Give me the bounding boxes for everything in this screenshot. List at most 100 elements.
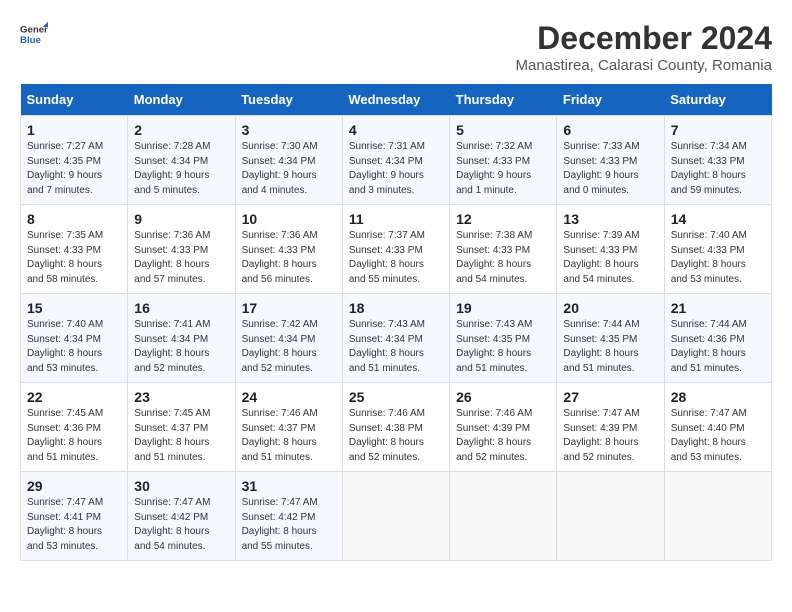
day-info: Sunrise: 7:41 AMSunset: 4:34 PMDaylight:… <box>134 318 228 376</box>
day-number: 17 <box>242 300 336 316</box>
calendar-day-header: Saturday <box>664 84 771 116</box>
day-number: 22 <box>27 389 121 405</box>
calendar-cell: 30 Sunrise: 7:47 AMSunset: 4:42 PMDayligh… <box>128 472 235 561</box>
day-number: 23 <box>134 389 228 405</box>
day-number: 5 <box>456 122 550 138</box>
day-info: Sunrise: 7:44 AMSunset: 4:35 PMDaylight:… <box>563 318 657 376</box>
day-number: 16 <box>134 300 228 316</box>
calendar-cell: 26 Sunrise: 7:46 AMSunset: 4:39 PMDayligh… <box>450 383 557 472</box>
day-info: Sunrise: 7:42 AMSunset: 4:34 PMDaylight:… <box>242 318 336 376</box>
day-number: 1 <box>27 122 121 138</box>
logo: General Blue <box>20 20 48 48</box>
calendar-cell: 3Sunrise: 7:30 AMSunset: 4:34 PMDaylight… <box>235 116 342 205</box>
day-info: Sunrise: 7:47 AMSunset: 4:40 PMDaylight:… <box>671 407 765 465</box>
calendar-week-row: 15 Sunrise: 7:40 AMSunset: 4:34 PMDayligh… <box>21 294 772 383</box>
day-info: Sunrise: 7:39 AMSunset: 4:33 PMDaylight:… <box>563 229 657 287</box>
day-info: Sunrise: 7:45 AMSunset: 4:36 PMDaylight:… <box>27 407 121 465</box>
day-info: Sunrise: 7:38 AMSunset: 4:33 PMDaylight:… <box>456 229 550 287</box>
calendar-cell: 20 Sunrise: 7:44 AMSunset: 4:35 PMDayligh… <box>557 294 664 383</box>
day-info: Sunrise: 7:40 AMSunset: 4:33 PMDaylight:… <box>671 229 765 287</box>
calendar-table: SundayMondayTuesdayWednesdayThursdayFrid… <box>20 84 772 561</box>
day-info: Sunrise: 7:37 AMSunset: 4:33 PMDaylight:… <box>349 229 443 287</box>
day-info: Sunrise: 7:27 AMSunset: 4:35 PMDaylight:… <box>27 140 121 198</box>
day-info: Sunrise: 7:47 AMSunset: 4:42 PMDaylight:… <box>242 496 336 554</box>
calendar-week-row: 29Sunrise: 7:47 AMSunset: 4:41 PMDayligh… <box>21 472 772 561</box>
calendar-cell: 14 Sunrise: 7:40 AMSunset: 4:33 PMDayligh… <box>664 205 771 294</box>
calendar-cell: 27 Sunrise: 7:47 AMSunset: 4:39 PMDayligh… <box>557 383 664 472</box>
calendar-cell: 28 Sunrise: 7:47 AMSunset: 4:40 PMDayligh… <box>664 383 771 472</box>
page-header: General Blue December 2024 Manastirea, C… <box>20 20 772 74</box>
calendar-cell <box>342 472 449 561</box>
day-number: 14 <box>671 211 765 227</box>
day-info: Sunrise: 7:43 AMSunset: 4:35 PMDaylight:… <box>456 318 550 376</box>
day-number: 7 <box>671 122 765 138</box>
day-number: 10 <box>242 211 336 227</box>
calendar-cell: 13Sunrise: 7:39 AMSunset: 4:33 PMDayligh… <box>557 205 664 294</box>
calendar-cell <box>450 472 557 561</box>
day-info: Sunrise: 7:46 AMSunset: 4:39 PMDaylight:… <box>456 407 550 465</box>
day-number: 8 <box>27 211 121 227</box>
day-info: Sunrise: 7:30 AMSunset: 4:34 PMDaylight:… <box>242 140 336 198</box>
calendar-cell: 22 Sunrise: 7:45 AMSunset: 4:36 PMDayligh… <box>21 383 128 472</box>
calendar-cell: 5 Sunrise: 7:32 AMSunset: 4:33 PMDaylight… <box>450 116 557 205</box>
day-number: 31 <box>242 478 336 494</box>
day-number: 2 <box>134 122 228 138</box>
calendar-body: 1 Sunrise: 7:27 AMSunset: 4:35 PMDaylight… <box>21 116 772 561</box>
day-number: 11 <box>349 211 443 227</box>
day-info: Sunrise: 7:47 AMSunset: 4:42 PMDaylight:… <box>134 496 228 554</box>
calendar-week-row: 1 Sunrise: 7:27 AMSunset: 4:35 PMDaylight… <box>21 116 772 205</box>
day-info: Sunrise: 7:40 AMSunset: 4:34 PMDaylight:… <box>27 318 121 376</box>
day-number: 9 <box>134 211 228 227</box>
day-info: Sunrise: 7:31 AMSunset: 4:34 PMDaylight:… <box>349 140 443 198</box>
calendar-cell: 23 Sunrise: 7:45 AMSunset: 4:37 PMDayligh… <box>128 383 235 472</box>
day-info: Sunrise: 7:36 AMSunset: 4:33 PMDaylight:… <box>242 229 336 287</box>
calendar-cell <box>557 472 664 561</box>
svg-text:Blue: Blue <box>20 35 41 46</box>
page-subtitle: Manastirea, Calarasi County, Romania <box>515 57 772 74</box>
calendar-day-header: Friday <box>557 84 664 116</box>
day-number: 19 <box>456 300 550 316</box>
calendar-header-row: SundayMondayTuesdayWednesdayThursdayFrid… <box>21 84 772 116</box>
calendar-cell: 2Sunrise: 7:28 AMSunset: 4:34 PMDaylight… <box>128 116 235 205</box>
calendar-cell: 1 Sunrise: 7:27 AMSunset: 4:35 PMDaylight… <box>21 116 128 205</box>
calendar-week-row: 8 Sunrise: 7:35 AMSunset: 4:33 PMDaylight… <box>21 205 772 294</box>
calendar-day-header: Thursday <box>450 84 557 116</box>
title-area: December 2024 Manastirea, Calarasi Count… <box>515 20 772 74</box>
calendar-cell: 29Sunrise: 7:47 AMSunset: 4:41 PMDayligh… <box>21 472 128 561</box>
day-number: 20 <box>563 300 657 316</box>
day-info: Sunrise: 7:32 AMSunset: 4:33 PMDaylight:… <box>456 140 550 198</box>
calendar-cell: 17 Sunrise: 7:42 AMSunset: 4:34 PMDayligh… <box>235 294 342 383</box>
day-number: 6 <box>563 122 657 138</box>
calendar-cell: 18Sunrise: 7:43 AMSunset: 4:34 PMDayligh… <box>342 294 449 383</box>
day-number: 21 <box>671 300 765 316</box>
calendar-cell: 7Sunrise: 7:34 AMSunset: 4:33 PMDaylight… <box>664 116 771 205</box>
calendar-cell: 15 Sunrise: 7:40 AMSunset: 4:34 PMDayligh… <box>21 294 128 383</box>
day-info: Sunrise: 7:35 AMSunset: 4:33 PMDaylight:… <box>27 229 121 287</box>
calendar-cell: 12 Sunrise: 7:38 AMSunset: 4:33 PMDayligh… <box>450 205 557 294</box>
calendar-week-row: 22 Sunrise: 7:45 AMSunset: 4:36 PMDayligh… <box>21 383 772 472</box>
day-number: 24 <box>242 389 336 405</box>
day-number: 30 <box>134 478 228 494</box>
calendar-cell: 9 Sunrise: 7:36 AMSunset: 4:33 PMDaylight… <box>128 205 235 294</box>
calendar-day-header: Sunday <box>21 84 128 116</box>
day-info: Sunrise: 7:36 AMSunset: 4:33 PMDaylight:… <box>134 229 228 287</box>
day-number: 28 <box>671 389 765 405</box>
page-title: December 2024 <box>515 20 772 57</box>
calendar-cell: 16 Sunrise: 7:41 AMSunset: 4:34 PMDayligh… <box>128 294 235 383</box>
calendar-cell: 25Sunrise: 7:46 AMSunset: 4:38 PMDayligh… <box>342 383 449 472</box>
svg-text:General: General <box>20 24 48 35</box>
day-number: 27 <box>563 389 657 405</box>
day-number: 26 <box>456 389 550 405</box>
day-info: Sunrise: 7:45 AMSunset: 4:37 PMDaylight:… <box>134 407 228 465</box>
calendar-cell: 10 Sunrise: 7:36 AMSunset: 4:33 PMDayligh… <box>235 205 342 294</box>
logo-icon: General Blue <box>20 20 48 48</box>
calendar-cell: 4Sunrise: 7:31 AMSunset: 4:34 PMDaylight… <box>342 116 449 205</box>
day-number: 12 <box>456 211 550 227</box>
day-info: Sunrise: 7:47 AMSunset: 4:39 PMDaylight:… <box>563 407 657 465</box>
day-number: 29 <box>27 478 121 494</box>
calendar-cell: 11 Sunrise: 7:37 AMSunset: 4:33 PMDayligh… <box>342 205 449 294</box>
day-info: Sunrise: 7:33 AMSunset: 4:33 PMDaylight:… <box>563 140 657 198</box>
day-number: 15 <box>27 300 121 316</box>
calendar-day-header: Wednesday <box>342 84 449 116</box>
day-info: Sunrise: 7:46 AMSunset: 4:38 PMDaylight:… <box>349 407 443 465</box>
